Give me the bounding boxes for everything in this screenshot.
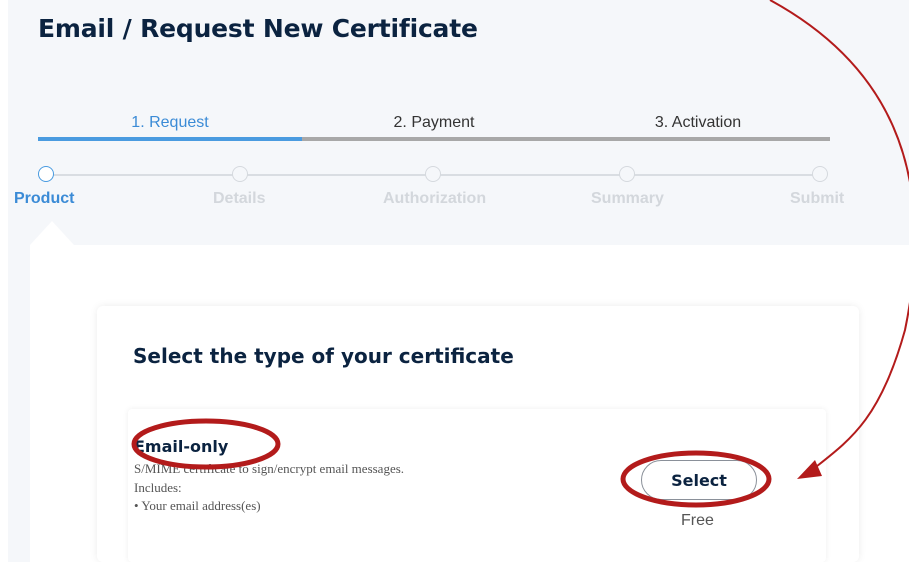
step-authorization: Authorization (383, 190, 487, 207)
tab-activation: 3. Activation (654, 114, 742, 131)
tab-payment: 2. Payment (393, 114, 475, 131)
step-dot-icon (812, 166, 828, 182)
card-title: Select the type of your certificate (133, 344, 514, 368)
step-dot-icon (619, 166, 635, 182)
tab-remaining-bar (302, 137, 830, 141)
step-summary: Summary (591, 190, 664, 207)
step-dot-icon (425, 166, 441, 182)
option-includes-label: Includes: (134, 480, 182, 495)
step-product[interactable]: Product (14, 190, 74, 208)
step-dot-icon (38, 166, 54, 182)
option-price: Free (681, 512, 714, 529)
select-button[interactable]: Select (641, 460, 757, 500)
option-description: S/MIME certificate to sign/encrypt email… (134, 461, 405, 476)
tab-request-bar (38, 137, 302, 141)
step-submit: Submit (790, 190, 845, 207)
page-title: Email / Request New Certificate (38, 14, 478, 43)
step-dot-icon (232, 166, 248, 182)
option-include-item: • Your email address(es) (134, 498, 261, 513)
step-details: Details (213, 190, 266, 207)
panel-pointer (30, 221, 74, 245)
tab-request: 1. Request (131, 114, 209, 131)
option-name: Email-only (134, 437, 229, 456)
